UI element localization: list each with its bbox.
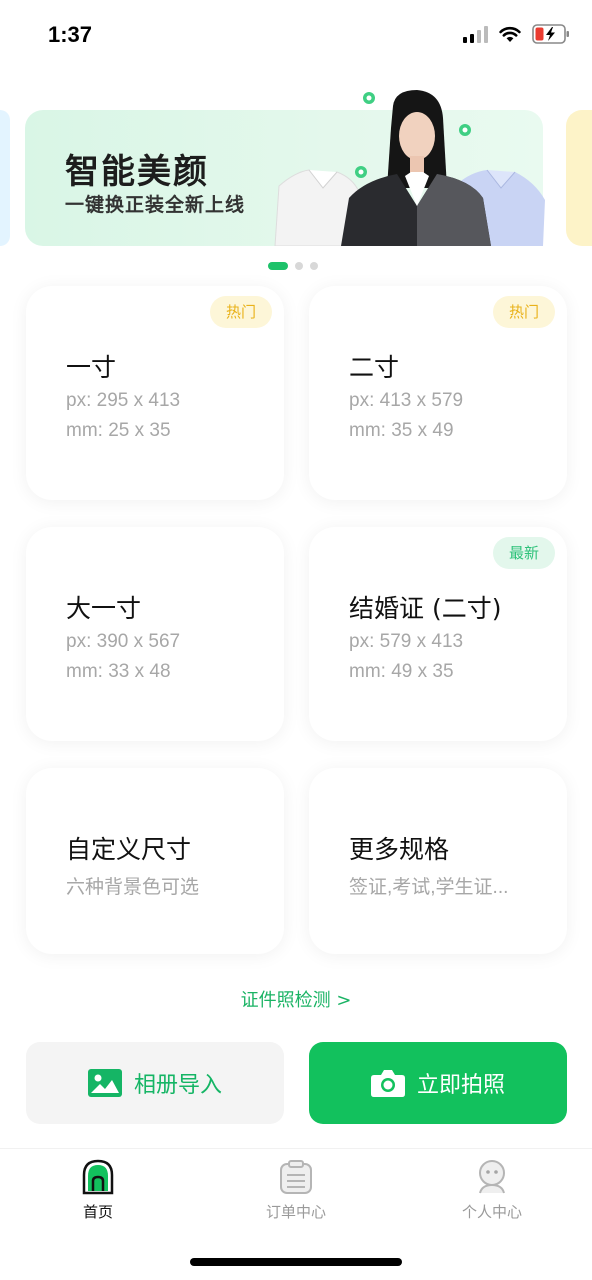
album-import-label: 相册导入 <box>133 1073 222 1098</box>
status-bar: 1:37 <box>0 0 592 70</box>
carousel-dot-active <box>268 262 288 270</box>
carousel-indicator <box>268 262 318 270</box>
card-mm-size: mm: 33 x 48 <box>66 661 171 682</box>
tab-home-label: 首页 <box>82 1203 113 1221</box>
carousel-dot <box>295 262 303 270</box>
clipboard-icon <box>280 1160 312 1194</box>
status-time: 1:37 <box>48 22 93 47</box>
profile-icon <box>479 1160 505 1194</box>
tab-orders[interactable]: 订单中心 <box>236 1159 356 1222</box>
card-px-size: px: 413 x 579 <box>349 390 464 411</box>
card-description: 六种背景色可选 <box>66 877 200 898</box>
banner-illustration <box>274 90 545 246</box>
hot-badge: 热门 <box>209 296 272 328</box>
card-px-size: px: 390 x 567 <box>66 631 181 652</box>
home-indicator <box>190 1258 402 1266</box>
card-title: 一寸 <box>66 353 117 382</box>
status-icons <box>463 24 570 44</box>
battery-charging-icon <box>532 24 569 44</box>
banner-prev-peek[interactable] <box>0 110 10 246</box>
card-px-size: px: 579 x 413 <box>349 631 464 652</box>
size-card-custom[interactable]: 自定义尺寸 六种背景色可选 <box>26 768 284 954</box>
card-mm-size: mm: 49 x 35 <box>349 661 454 682</box>
take-photo-button[interactable]: 立即拍照 <box>309 1042 567 1124</box>
wifi-icon <box>499 26 521 42</box>
album-import-button[interactable]: 相册导入 <box>26 1042 284 1124</box>
card-mm-size: mm: 25 x 35 <box>66 420 171 441</box>
new-badge: 最新 <box>492 537 555 569</box>
photo-check-link[interactable]: 证件照检测 > <box>0 986 592 1012</box>
banner-slide[interactable]: 智能美颜 一键换正装全新上线 <box>25 90 545 246</box>
card-title: 更多规格 <box>349 835 450 864</box>
banner-subtitle: 一键换正装全新上线 <box>65 194 246 216</box>
banner-next-peek[interactable] <box>566 110 592 246</box>
carousel-dot <box>310 262 318 270</box>
image-icon <box>87 1069 122 1097</box>
banner-title: 智能美颜 <box>65 152 209 192</box>
cellular-signal-icon <box>463 25 488 43</box>
banner-carousel[interactable]: 智能美颜 一键换正装全新上线 <box>0 88 592 258</box>
card-description: 签证,考试,学生证... <box>349 877 509 898</box>
size-card-more-specs[interactable]: 更多规格 签证,考试,学生证... <box>309 768 567 954</box>
take-photo-label: 立即拍照 <box>416 1073 505 1098</box>
hot-badge: 热门 <box>492 296 555 328</box>
card-title: 大一寸 <box>66 594 142 623</box>
size-card-marriage-certificate[interactable]: 最新 结婚证 (二寸) px: 579 x 413 mm: 49 x 35 <box>309 527 567 741</box>
card-px-size: px: 295 x 413 <box>66 390 181 411</box>
size-card-large-one-inch[interactable]: 大一寸 px: 390 x 567 mm: 33 x 48 <box>26 527 284 741</box>
size-card-one-inch[interactable]: 热门 一寸 px: 295 x 413 mm: 25 x 35 <box>26 286 284 500</box>
card-title: 结婚证 (二寸) <box>349 594 502 623</box>
tab-orders-label: 订单中心 <box>265 1203 326 1221</box>
size-card-two-inch[interactable]: 热门 二寸 px: 413 x 579 mm: 35 x 49 <box>309 286 567 500</box>
card-title: 自定义尺寸 <box>66 835 192 864</box>
card-title: 二寸 <box>349 353 400 382</box>
home-icon <box>82 1159 114 1195</box>
card-mm-size: mm: 35 x 49 <box>349 420 454 441</box>
camera-icon <box>370 1070 405 1097</box>
tab-profile-label: 个人中心 <box>461 1203 522 1221</box>
tab-home[interactable]: 首页 <box>38 1159 158 1222</box>
tab-profile[interactable]: 个人中心 <box>432 1159 552 1222</box>
